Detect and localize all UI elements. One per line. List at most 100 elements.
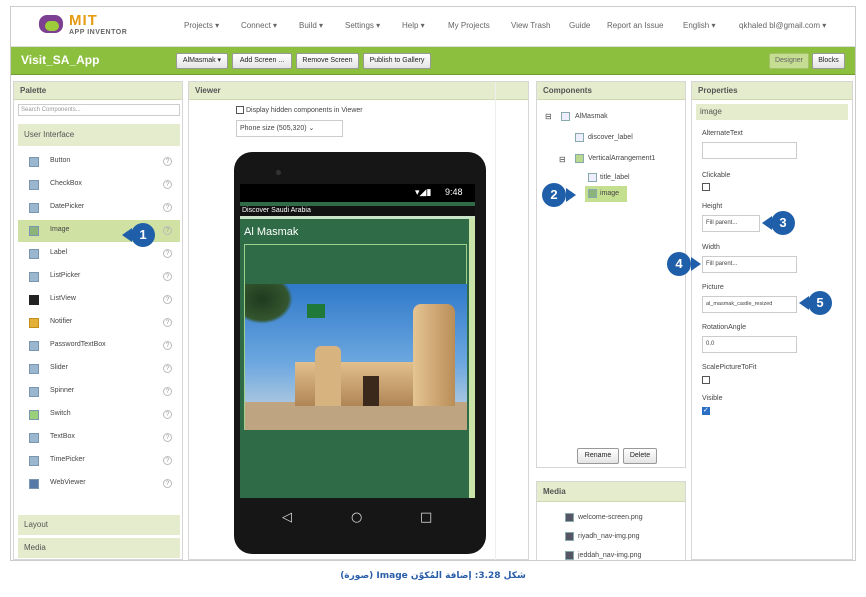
help-icon[interactable]: ? [163,387,172,396]
palette-item-label: ListView [50,295,76,302]
publish-gallery-button[interactable]: Publish to Gallery [363,53,431,69]
tree-vertical-arrangement[interactable]: VerticalArrangement1 [588,155,655,162]
category-media[interactable]: Media [18,538,180,558]
alternate-text-input[interactable] [702,142,797,159]
screen-scrollbar[interactable] [469,218,475,498]
help-icon[interactable]: ? [163,272,172,281]
nav-settings[interactable]: Settings ▾ [345,21,380,30]
rotation-angle-input[interactable]: 0.0 [702,336,797,353]
image-file-icon [565,551,574,560]
help-icon[interactable]: ? [163,341,172,350]
nav-view-trash[interactable]: View Trash [511,21,550,30]
help-icon[interactable]: ? [163,249,172,258]
palette-item-listview[interactable]: ListView ? [18,289,180,311]
palette-item-label-text: Label [50,249,68,256]
palette-item-timepicker[interactable]: TimePicker ? [18,450,180,472]
callout-badge-5: 5 [808,291,832,315]
tree-almasmak[interactable]: AlMasmak [575,113,608,120]
tree-title-label[interactable]: title_label [600,174,630,181]
delete-button[interactable]: Delete [623,448,657,464]
height-input[interactable]: Fill parent... [702,215,760,232]
photo-gate [363,376,379,406]
add-screen-button[interactable]: Add Screen ... [232,53,292,69]
nav-guide[interactable]: Guide [569,21,590,30]
palette-item-textbox[interactable]: TextBox ? [18,427,180,449]
display-hidden-checkbox[interactable] [236,106,244,114]
screen-icon [561,112,570,121]
blocks-button[interactable]: Blocks [812,53,845,69]
callout-badge-1: 1 [131,223,155,247]
help-icon[interactable]: ? [163,226,172,235]
media-file[interactable]: jeddah_nav-img.png [578,552,641,559]
nav-help[interactable]: Help ▾ [402,21,425,30]
callout-badge-4: 4 [667,252,691,276]
collapse-icon[interactable]: ⊟ [559,155,566,164]
nav-build[interactable]: Build ▾ [299,21,323,30]
palette-item-label[interactable]: Label ? [18,243,180,265]
help-icon[interactable]: ? [163,203,172,212]
visible-label: Visible [702,395,723,402]
nav-connect[interactable]: Connect ▾ [241,21,277,30]
media-file[interactable]: riyadh_nav-img.png [578,533,639,540]
category-layout[interactable]: Layout [18,515,180,535]
visible-checkbox[interactable] [702,406,710,415]
rename-button[interactable]: Rename [577,448,619,464]
palette-item-listpicker[interactable]: ListPicker ? [18,266,180,288]
designer-button[interactable]: Designer [769,53,809,69]
tree-discover-label[interactable]: discover_label [588,134,633,141]
image-file-icon [565,513,574,522]
palette-item-passwordtextbox[interactable]: PasswordTextBox ? [18,335,180,357]
back-nav-icon[interactable]: ◁ [282,510,292,525]
recents-nav-icon[interactable]: □ [420,510,432,525]
logo-icon [39,15,63,33]
viewer-title: Viewer [189,82,528,100]
palette-item-spinner[interactable]: Spinner ? [18,381,180,403]
figure-caption: شكل 3.28: إضافة المُكوّن Image (صورة) [340,571,526,581]
help-icon[interactable]: ? [163,479,172,488]
help-icon[interactable]: ? [163,433,172,442]
remove-screen-button[interactable]: Remove Screen [296,53,359,69]
help-icon[interactable]: ? [163,318,172,327]
palette-item-switch[interactable]: Switch ? [18,404,180,426]
viewer-panel: Viewer Display hidden components in View… [188,81,529,560]
screen-select-button[interactable]: AlMasmak ▾ [176,53,228,69]
nav-account[interactable]: qkhaled bl@gmail.com ▾ [739,21,826,30]
palette-search-input[interactable]: Search Components... [18,104,180,116]
top-navigation: MIT APP INVENTOR Projects ▾ Connect ▾ Bu… [11,7,855,47]
media-file[interactable]: welcome-screen.png [578,514,643,521]
help-icon[interactable]: ? [163,456,172,465]
password-icon [29,341,39,351]
nav-report-issue[interactable]: Report an Issue [607,21,663,30]
phone-size-select[interactable]: Phone size (505,320) ⌄ [236,120,343,137]
switch-icon [29,410,39,420]
palette-item-datepicker[interactable]: DatePicker ? [18,197,180,219]
tree-image[interactable]: image [600,190,619,197]
home-nav-icon[interactable]: ○ [351,510,362,525]
palette-item-slider[interactable]: Slider ? [18,358,180,380]
width-input[interactable]: Fill parent... [702,256,797,273]
palette-item-label: PasswordTextBox [50,341,106,348]
help-icon[interactable]: ? [163,180,172,189]
picture-input[interactable]: al_masmak_castle_resized [702,296,797,313]
help-icon[interactable]: ? [163,157,172,166]
palette-item-label: Button [50,157,71,164]
app-inventor-logo[interactable]: MIT APP INVENTOR [33,12,143,42]
scale-picture-checkbox[interactable] [702,376,710,384]
help-icon[interactable]: ? [163,364,172,373]
checkbox-icon [29,180,39,190]
collapse-icon[interactable]: ⊟ [545,112,552,121]
help-icon[interactable]: ? [163,295,172,304]
palette-item-notifier[interactable]: Notifier ? [18,312,180,334]
palette-item-image[interactable]: Image ? [18,220,180,242]
help-icon[interactable]: ? [163,410,172,419]
nav-language[interactable]: English ▾ [683,21,715,30]
palette-item-webviewer[interactable]: WebViewer ? [18,473,180,495]
palette-item-checkbox[interactable]: CheckBox ? [18,174,180,196]
nav-my-projects[interactable]: My Projects [448,21,490,30]
category-user-interface[interactable]: User Interface [18,124,180,146]
nav-projects[interactable]: Projects ▾ [184,21,219,30]
clickable-checkbox[interactable] [702,183,710,191]
label-component-icon [588,173,597,182]
palette-item-button[interactable]: Button ? [18,151,180,173]
phone-size-value: Phone size (505,320) [240,125,307,132]
